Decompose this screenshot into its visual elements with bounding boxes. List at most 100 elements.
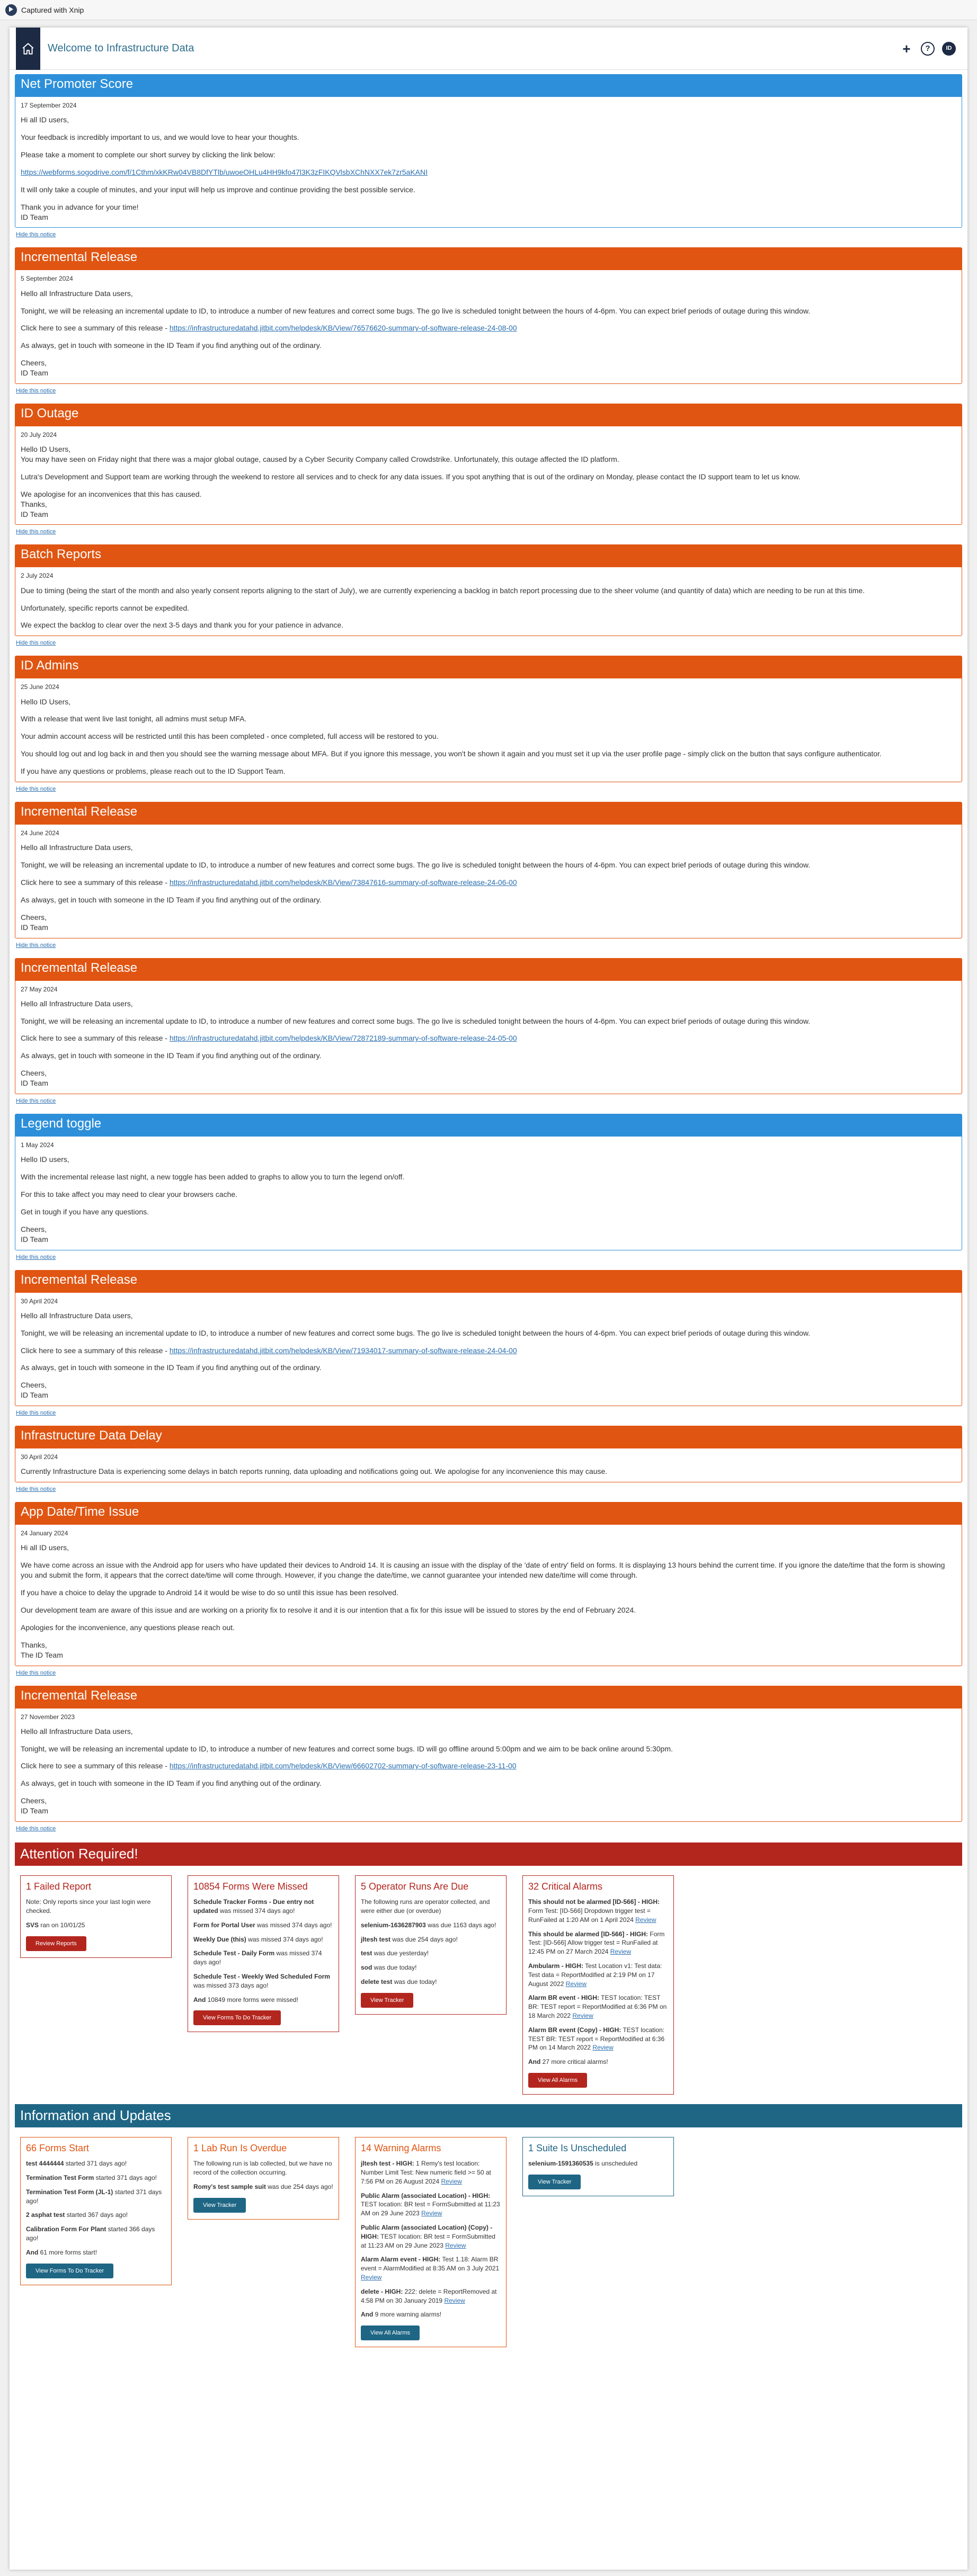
notice-date: 30 April 2024	[21, 1297, 58, 1305]
hide-notice-link[interactable]: Hide this notice	[16, 1486, 962, 1493]
notice-date: 17 September 2024	[21, 102, 77, 109]
notice-link[interactable]: https://webforms.sogodrive.com/f/1Cthm/x…	[21, 168, 428, 176]
card-action-button[interactable]: View Forms To Do Tracker	[26, 2263, 114, 2278]
card-item: test was due yesterday!	[361, 1949, 429, 1957]
card-item-name: selenium-1636287903	[361, 1921, 426, 1929]
notice-paragraph: Hi all ID users,	[21, 115, 69, 124]
notice-paragraph: Due to timing (being the start of the mo…	[21, 586, 865, 595]
card-action-button[interactable]: Review Reports	[26, 1936, 86, 1951]
review-link[interactable]: Review	[444, 2297, 465, 2304]
notice-paragraph: With the incremental release last night,…	[21, 1173, 405, 1182]
notice-paragraph: Hello ID Users,	[21, 697, 71, 706]
review-link[interactable]: Review	[566, 1980, 587, 1988]
hide-notice-link[interactable]: Hide this notice	[16, 1826, 962, 1833]
notice-card: Net Promoter Score 17 September 2024 Hi al…	[15, 74, 962, 228]
hide-notice-link[interactable]: Hide this notice	[16, 1670, 962, 1677]
hide-notice-link[interactable]: Hide this notice	[16, 1098, 962, 1105]
notice-link[interactable]: https://infrastructuredatahd.jitbit.com/…	[170, 1034, 517, 1042]
notice-date: 30 April 2024	[21, 1453, 58, 1461]
card-action-button[interactable]: View Forms To Do Tracker	[193, 2010, 281, 2026]
hide-notice-link[interactable]: Hide this notice	[16, 640, 962, 647]
notice-paragraph: With a release that went live last tonig…	[21, 714, 247, 723]
question-icon[interactable]: ?	[921, 41, 935, 56]
notice-paragraph: We apologise for an inconvenices that th…	[21, 489, 202, 518]
notice-title: Incremental Release	[15, 1686, 962, 1709]
card-item-name: selenium-1591360535	[528, 2160, 593, 2168]
review-link[interactable]: Review	[635, 1916, 656, 1924]
card-action-button[interactable]: View All Alarms	[528, 2072, 587, 2088]
card-item: The following run is lab collected, but …	[193, 2160, 332, 2176]
plus-icon[interactable]: +	[900, 42, 913, 56]
summary-card: 1 Failed Report Note: Only reports since …	[20, 1875, 172, 1958]
notice-date: 27 May 2024	[21, 985, 58, 993]
summary-card: 66 Forms Start test 4444444 started 371 d…	[20, 2136, 172, 2285]
card-item-name: jltesh test	[361, 1935, 391, 1943]
notice-paragraph: Hello ID Users, You may have seen on Frid…	[21, 445, 619, 464]
card-item: jltesh test - HIGH: 1 Remy's test locati…	[361, 2160, 491, 2185]
card-item-name: Schedule Test - Daily Form	[193, 1949, 275, 1957]
summary-card: 14 Warning Alarms jltesh test - HIGH: 1 R…	[355, 2136, 507, 2348]
notice-paragraph: Our development team are aware of this i…	[21, 1605, 636, 1614]
notice-paragraph: Your feedback is incredibly important to…	[21, 133, 299, 142]
hide-notice-link[interactable]: Hide this notice	[16, 942, 962, 950]
notice-date: 27 November 2023	[21, 1713, 75, 1721]
card-action-button[interactable]: View All Alarms	[361, 2325, 420, 2341]
review-link[interactable]: Review	[572, 2012, 593, 2019]
notice-card: Incremental Release 27 November 2023 Hello…	[15, 1685, 962, 1822]
card-item: selenium-1636287903 was due 1163 days ag…	[361, 1921, 496, 1929]
card-item-name: Schedule Tracker Forms - Due entry not u…	[193, 1898, 314, 1915]
card-item-name: jltesh test - HIGH:	[361, 2160, 414, 2168]
review-link[interactable]: Review	[361, 2274, 381, 2281]
hide-notice-link[interactable]: Hide this notice	[16, 1254, 962, 1262]
card-title: 1 Suite Is Unscheduled	[528, 2142, 627, 2153]
hide-notice-link[interactable]: Hide this notice	[16, 231, 962, 239]
notice-title: Incremental Release	[15, 802, 962, 825]
card-item: delete test was due today!	[361, 1978, 437, 1985]
review-link[interactable]: Review	[592, 2044, 613, 2051]
notice-paragraph: Thank you in advance for your time! ID Te…	[21, 202, 139, 221]
notice-paragraph: If you have a choice to delay the upgrad…	[21, 1588, 398, 1597]
card-item: Public Alarm (associated Location) - HIG…	[361, 2192, 500, 2217]
card-item: SVS ran on 10/01/25	[26, 1921, 85, 1929]
review-link[interactable]: Review	[445, 2242, 466, 2249]
card-item: And 10849 more forms were missed!	[193, 1996, 299, 2003]
notice-paragraph: Thanks, The ID Team	[21, 1640, 63, 1659]
notice-body: 30 April 2024 Currently Infrastructure Da…	[15, 1448, 962, 1482]
notice-title: Legend toggle	[15, 1114, 962, 1137]
card-item: Schedule Test - Daily Form was missed 37…	[193, 1949, 322, 1966]
review-link[interactable]: Review	[421, 2210, 442, 2217]
review-link[interactable]: Review	[441, 2178, 461, 2185]
notice-card: Batch Reports 2 July 2024 Due to timing (b…	[15, 544, 962, 637]
card-action-button[interactable]: View Tracker	[361, 1992, 414, 2008]
notice-link[interactable]: https://infrastructuredatahd.jitbit.com/…	[170, 324, 517, 332]
review-link[interactable]: Review	[610, 1948, 631, 1955]
notice-paragraph: Apologies for the inconvenience, any que…	[21, 1623, 235, 1632]
notice-paragraph: Hello all Infrastructure Data users,	[21, 1311, 133, 1320]
notice-link[interactable]: https://infrastructuredatahd.jitbit.com/…	[170, 1761, 517, 1770]
card-item-name: Romy's test sample suit	[193, 2183, 266, 2190]
notice-paragraph: As always, get in touch with someone in …	[21, 341, 322, 350]
notice-link[interactable]: https://infrastructuredatahd.jitbit.com/…	[170, 1346, 517, 1355]
hide-notice-link[interactable]: Hide this notice	[16, 529, 962, 536]
card-item: Schedule Tracker Forms - Due entry not u…	[193, 1898, 314, 1915]
card-item-name: Ambularm - HIGH:	[528, 1962, 584, 1970]
notice-link[interactable]: https://infrastructuredatahd.jitbit.com/…	[170, 878, 517, 887]
notice-title: Batch Reports	[15, 545, 962, 568]
hide-notice-link[interactable]: Hide this notice	[16, 388, 962, 395]
notice-paragraph: Hi all ID users,	[21, 1543, 69, 1552]
card-action-button[interactable]: View Tracker	[193, 2197, 246, 2213]
home-icon	[22, 42, 34, 55]
notice-paragraph: Cheers, ID Team	[21, 1796, 48, 1815]
notice-paragraph: Hello all Infrastructure Data users,	[21, 1727, 133, 1736]
card-item-name: Weekly Due (this)	[193, 1935, 246, 1943]
hide-notice-link[interactable]: Hide this notice	[16, 786, 962, 793]
notice-body: 1 May 2024 Hello ID users, With the increm…	[15, 1137, 962, 1250]
notice-paragraph: Unfortunately, specific reports cannot b…	[21, 603, 190, 612]
summary-card: 32 Critical Alarms This should not be ala…	[522, 1875, 674, 2095]
hide-notice-link[interactable]: Hide this notice	[16, 1410, 962, 1417]
card-action-button[interactable]: View Tracker	[528, 2174, 581, 2189]
home-button[interactable]	[16, 27, 40, 70]
avatar[interactable]: ID	[942, 41, 956, 56]
notice-card: Legend toggle 1 May 2024 Hello ID users, Wi…	[15, 1114, 962, 1250]
app-page: Welcome to Infrastructure Data + ? ID Ne…	[10, 27, 967, 2570]
